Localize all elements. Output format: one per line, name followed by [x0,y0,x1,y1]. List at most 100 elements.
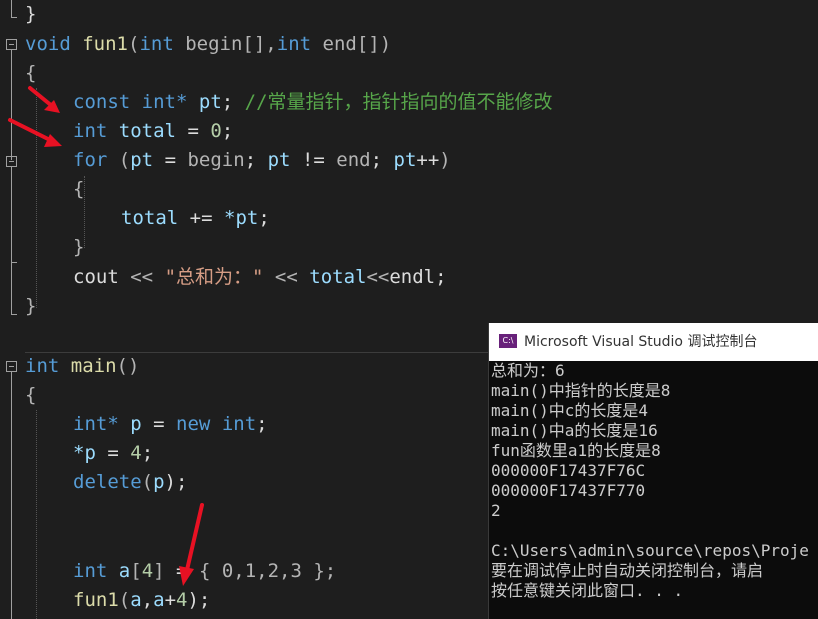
punct: ); [187,589,211,611]
comment: //常量指针，指针指向的值不能修改 [244,91,553,113]
number: 4 [130,442,142,464]
console-line: 按任意键关闭此窗口. . . [491,581,684,600]
operator: << [130,266,154,288]
code-line: cout << "总和为：" << total<<endl; [73,263,447,292]
operator: += [189,207,213,229]
keyword: int [221,413,257,435]
collapse-icon[interactable] [6,361,17,372]
console-line: 要在调试停止时自动关闭控制台，请启 [491,561,764,580]
variable: *pt [224,207,259,229]
punct: [], [242,33,277,55]
operator: << [366,266,390,288]
code-line: { [73,175,84,204]
console-output: 总和为：6 main()中指针的长度是8 main()中c的长度是4 main(… [491,361,818,619]
initializer: { 0,1,2,3 }; [198,560,337,582]
code-line: int a[4] = { 0,1,2,3 }; [73,557,336,586]
keyword: int* [73,413,119,435]
function-name: main [70,355,117,377]
brace: } [73,236,85,258]
param: begin [185,33,243,55]
console-line: main()中c的长度是4 [491,401,649,420]
keyword: delete [73,471,142,493]
operator: + [164,589,177,611]
operator: = [164,149,177,171]
brace: } [25,295,37,317]
brace: { [25,384,37,406]
param: begin [187,149,245,171]
punct: ); [164,471,188,493]
outline-line [11,372,12,619]
code-line: int* p = new int; [73,410,268,439]
outline-line [11,167,12,262]
number: 4 [141,560,154,582]
brace: } [25,3,37,25]
operator: ++ [416,149,440,171]
console-line: 000000F17437F770 [491,481,646,500]
code-line: delete(p); [73,468,187,497]
collapse-icon[interactable] [6,156,17,167]
collapse-icon[interactable] [6,39,17,50]
keyword: int [139,33,174,55]
number: 0 [210,120,222,142]
variable: total [118,120,176,142]
code-line: int total = 0; [73,117,233,146]
punct: ; [370,149,383,171]
indent-guide [36,88,37,308]
code-line: for (pt = begin; pt != end; pt++) [73,146,451,175]
variable: a [130,589,142,611]
code-line: const int* pt; //常量指针，指针指向的值不能修改 [73,88,553,117]
operator: != [301,149,325,171]
code-line: int main() [25,352,139,381]
keyword: new [176,413,211,435]
punct: ; [256,413,268,435]
punct: ( [127,33,140,55]
param: end [322,33,357,55]
param: end [336,149,371,171]
function-name: fun1 [73,589,119,611]
outline-tick [11,17,17,18]
punct: []) [356,33,392,55]
code-line: } [25,0,36,29]
keyword: int* [141,91,188,113]
punct: ; [258,207,270,229]
punct: ( [141,471,154,493]
variable: total [121,207,179,229]
outline-line [11,0,12,17]
keyword: int [73,560,108,582]
punct: ; [435,266,447,288]
operator: << [274,266,298,288]
variable: p [153,471,165,493]
outline-line [11,50,12,160]
variable: pt [267,149,291,171]
console-line: main()中a的长度是16 [491,421,658,440]
brace: { [25,62,37,84]
variable: p [130,413,142,435]
variable: total [309,266,367,288]
operator: = [107,442,119,464]
variable: cout [73,266,119,288]
debug-console-window[interactable]: C:\ Microsoft Visual Studio 调试控制台 总和为：6 … [488,323,818,619]
console-title: Microsoft Visual Studio 调试控制台 [524,334,758,350]
keyword: const [73,91,131,113]
code-line: fun1(a,a+4); [73,586,210,615]
console-line: 总和为：6 [491,361,565,380]
outline-tick [11,314,17,315]
console-title-bar[interactable]: C:\ Microsoft Visual Studio 调试控制台 [489,323,818,361]
code-line: } [25,292,36,321]
keyword: int [25,355,60,377]
string: "总和为：" [164,266,264,288]
punct: ; [141,442,154,464]
operator: = [176,560,188,582]
punct: ( [118,589,131,611]
keyword: int [276,33,312,55]
number: 4 [176,589,188,611]
code-line: *p = 4; [73,439,153,468]
operator: = [187,120,199,142]
console-line: main()中指针的长度是8 [491,381,671,400]
indent-guide [36,410,37,619]
punct: ; [244,149,257,171]
punct: () [116,355,140,377]
code-line: { [25,59,36,88]
variable: a [153,589,165,611]
